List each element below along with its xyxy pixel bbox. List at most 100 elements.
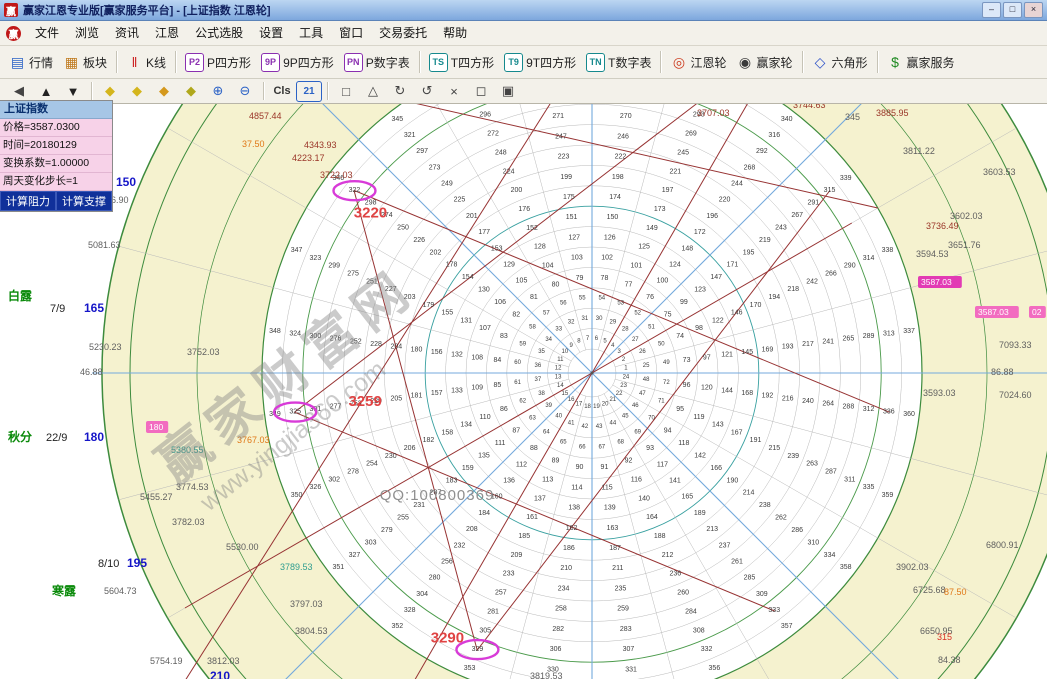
wheel-number: 26 <box>639 349 646 355</box>
wheel-number: 264 <box>822 401 834 408</box>
wheel-number: 209 <box>511 552 523 559</box>
diamond-orange-icon[interactable]: ◆ <box>151 81 177 102</box>
wheel-number: 240 <box>802 398 814 405</box>
wheel-number: 289 <box>863 333 875 340</box>
diamond-olive-icon[interactable]: ◆ <box>178 81 204 102</box>
toolbar-separator <box>175 51 176 73</box>
toolbar-9p-square-button[interactable]: 9P9P四方形 <box>256 51 339 74</box>
wheel-number: 358 <box>840 564 852 571</box>
toolbar-hexagon-button[interactable]: ◇六角形 <box>807 52 873 73</box>
wheel-number: 52 <box>634 310 641 316</box>
toolbar-winner-service-button[interactable]: $赢家服务 <box>882 52 960 73</box>
toolbar-p-table-button[interactable]: PNP数字表 <box>339 51 415 74</box>
pointer-up-icon[interactable]: ▲ <box>33 81 59 102</box>
toolbar-t-table-button[interactable]: TNT数字表 <box>581 51 656 74</box>
price-label: 5230.23 <box>89 342 122 352</box>
wheel-number: 308 <box>693 627 705 634</box>
menu-window[interactable]: 窗口 <box>331 23 371 43</box>
menu-trade[interactable]: 交易委托 <box>371 23 435 43</box>
wheel-number: 345 <box>391 116 403 123</box>
rotate-cw-tool-icon[interactable]: ↻ <box>387 81 413 102</box>
wheel-number: 210 <box>560 565 572 572</box>
toolbar-kline-button[interactable]: ‖K线 <box>121 52 171 73</box>
toolbar-gann-wheel-button[interactable]: ◎江恩轮 <box>665 52 731 73</box>
wheel-number: 17 <box>576 402 583 408</box>
wheel-number: 142 <box>694 452 706 459</box>
price-label: 5604.73 <box>104 586 137 596</box>
wheel-number: 356 <box>709 665 721 672</box>
price-label: 6800.91 <box>986 540 1019 550</box>
toolbar-winner-wheel-button[interactable]: ◉赢家轮 <box>731 52 797 73</box>
wheel-number: 79 <box>576 275 584 282</box>
back-icon[interactable]: ◀ <box>6 81 32 102</box>
calc-resistance-button[interactable]: 计算阻力 <box>0 191 56 211</box>
wheel-number: 15 <box>562 391 569 397</box>
zoom-in-icon[interactable]: ⊕ <box>205 81 231 102</box>
wheel-number: 195 <box>743 249 755 256</box>
rect-tool-icon[interactable]: □ <box>333 81 359 102</box>
wheel-number: 311 <box>844 476 855 483</box>
wheel-number: 48 <box>643 377 650 383</box>
wheel-number: 177 <box>478 229 490 236</box>
price-label: 5081.63 <box>88 240 121 250</box>
rotate-ccw-tool-icon[interactable]: ↺ <box>414 81 440 102</box>
winner-wheel-icon: ◉ <box>736 54 753 71</box>
wheel-number: 245 <box>677 149 689 156</box>
wheel-number: 66 <box>579 444 586 450</box>
menu-settings[interactable]: 设置 <box>251 23 291 43</box>
cross-tool-icon[interactable]: × <box>441 81 467 102</box>
wheel-number: 134 <box>460 422 472 429</box>
margin-label-1: 白露 <box>8 288 33 303</box>
maximize-button[interactable]: □ <box>1003 2 1022 18</box>
wheel-number: 121 <box>721 352 733 359</box>
wheel-number: 167 <box>731 429 743 436</box>
price-label: 6725.68 <box>913 585 946 595</box>
drawbar-separator <box>327 82 328 100</box>
wheel-number: 180 <box>411 346 423 353</box>
minimize-button[interactable]: – <box>982 2 1001 18</box>
triangle-tool-icon[interactable]: △ <box>360 81 386 102</box>
menu-browse[interactable]: 浏览 <box>67 23 107 43</box>
zoom-out-icon[interactable]: ⊖ <box>232 81 258 102</box>
menu-formula-stock-pick[interactable]: 公式选股 <box>187 23 251 43</box>
pointer-down-icon[interactable]: ▼ <box>60 81 86 102</box>
toolbar-sectors-button[interactable]: ▦板块 <box>58 52 112 73</box>
menu-help[interactable]: 帮助 <box>435 23 475 43</box>
toolbar-t-square-button[interactable]: TST四方形 <box>424 51 499 74</box>
diamond-yellow-2-icon[interactable]: ◆ <box>124 81 150 102</box>
diamond-yellow-1-icon[interactable]: ◆ <box>97 81 123 102</box>
toolbar-quotes-button[interactable]: ▤行情 <box>4 52 58 73</box>
wheel-number: 218 <box>787 286 799 293</box>
wheel-number: 91 <box>601 464 609 471</box>
wheel-number: 71 <box>658 399 665 405</box>
wheel-number: 161 <box>526 514 538 521</box>
wheel-number: 118 <box>678 440 689 447</box>
wheel-number: 316 <box>768 132 780 139</box>
screen-tool-icon[interactable]: ▣ <box>495 81 521 102</box>
close-button[interactable]: × <box>1024 2 1043 18</box>
cls-icon[interactable]: Cls <box>269 81 295 102</box>
wheel-number: 299 <box>328 263 340 270</box>
wheel-number: 45 <box>622 413 629 419</box>
menu-file[interactable]: 文件 <box>27 23 67 43</box>
wheel-number: 21 <box>609 397 616 403</box>
margin-label-9: 寒露 <box>51 583 77 598</box>
wheel-number: 92 <box>625 458 633 465</box>
menu-gann[interactable]: 江恩 <box>147 23 187 43</box>
toolbar-9t-square-button[interactable]: T99T四方形 <box>499 51 581 74</box>
panel-row-coeff: 变换系数=1.00000 <box>0 155 112 173</box>
expand-tool-icon[interactable]: ◻ <box>468 81 494 102</box>
window-controls: – □ × <box>982 2 1043 18</box>
menu-tools[interactable]: 工具 <box>291 23 331 43</box>
wheel-number: 70 <box>648 416 655 422</box>
wheel-number: 29 <box>610 320 617 326</box>
wheel-number: 278 <box>347 468 359 475</box>
wheel-number: 239 <box>787 453 799 460</box>
wheel-number: 40 <box>555 413 562 419</box>
menu-news[interactable]: 资讯 <box>107 23 147 43</box>
calendar-21-icon[interactable]: 21 <box>296 81 322 102</box>
wheel-number: 103 <box>571 255 583 262</box>
calc-support-button[interactable]: 计算支撑 <box>56 191 112 211</box>
toolbar-p-square-button[interactable]: P2P四方形 <box>180 51 256 74</box>
wheel-number: 82 <box>512 311 520 318</box>
